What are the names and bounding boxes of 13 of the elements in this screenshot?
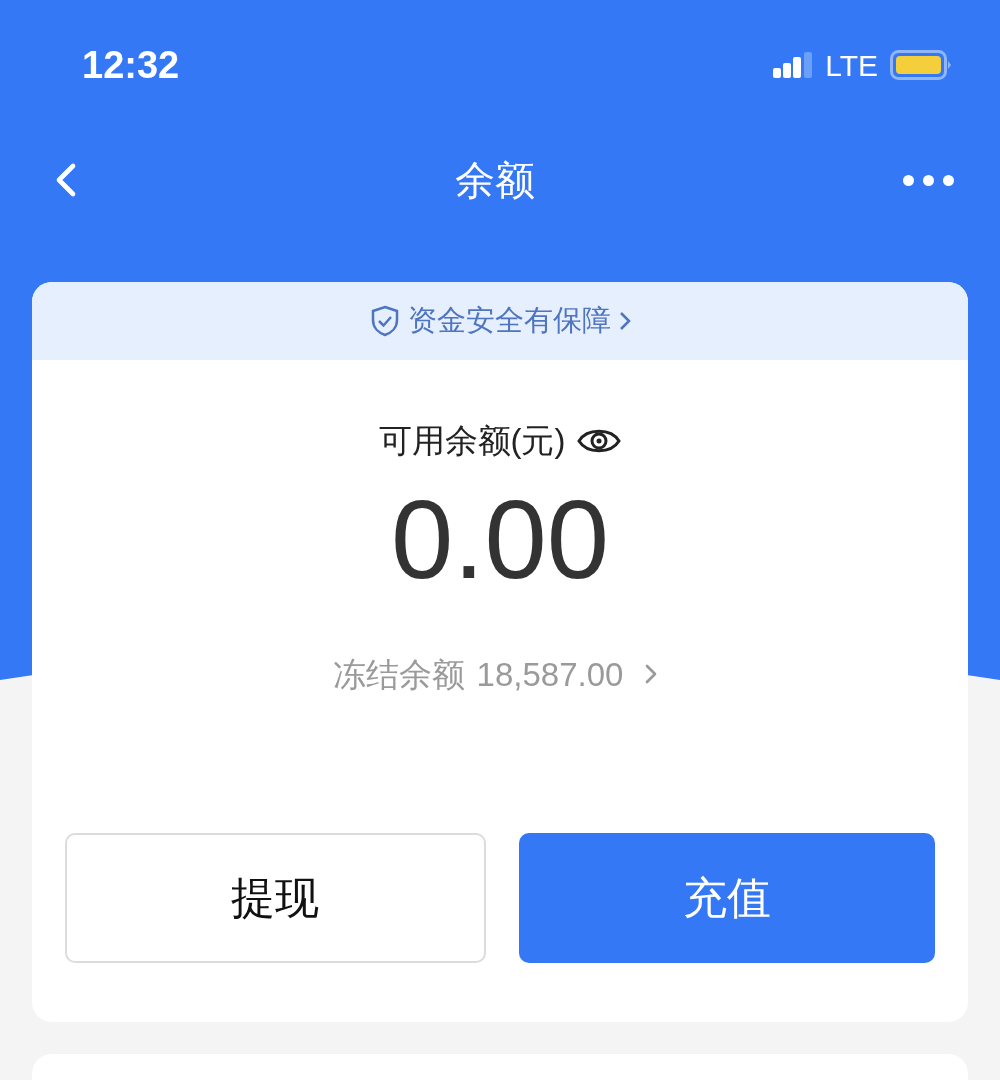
network-label: LTE xyxy=(825,47,878,84)
action-button[interactable]: 提现 xyxy=(65,833,486,963)
security-banner[interactable]: 资金安全有保障 xyxy=(32,282,968,360)
shield-icon xyxy=(369,305,400,337)
signal-icon xyxy=(773,52,814,78)
available-balance: 0.00 xyxy=(391,483,609,596)
status-time: 12:32 xyxy=(82,42,180,88)
available-balance-label: 可用余额(元) xyxy=(378,421,566,461)
chevron-right-icon xyxy=(618,311,631,331)
battery-icon xyxy=(890,50,952,80)
frozen-balance-link[interactable]: 冻结余额 18,587.00 xyxy=(332,649,668,699)
page-title: 余额 xyxy=(454,157,535,204)
action-button[interactable]: 充值 xyxy=(518,833,935,963)
